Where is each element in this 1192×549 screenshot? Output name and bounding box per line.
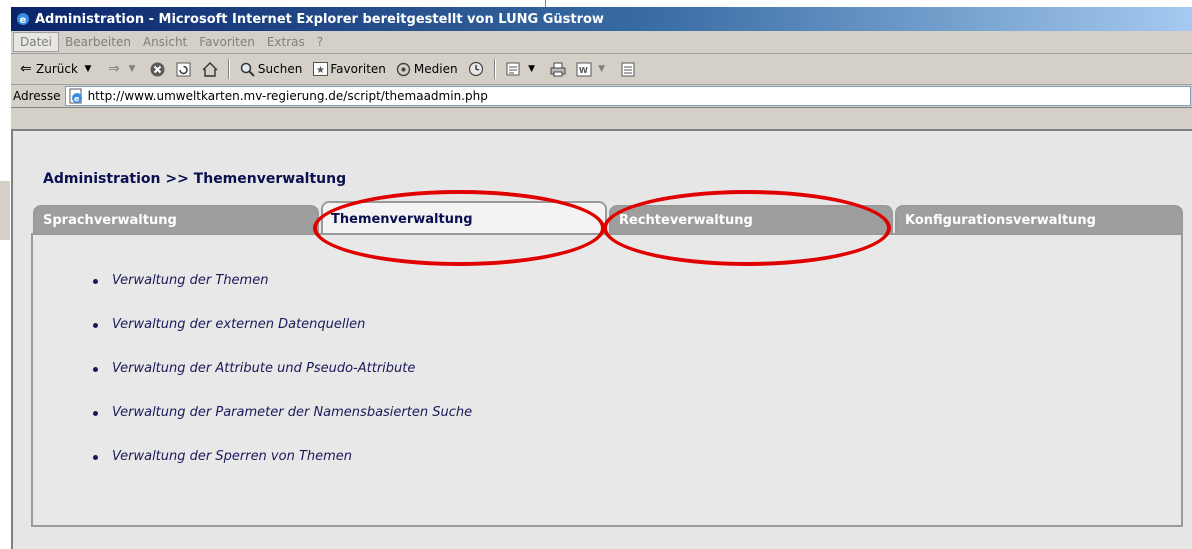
svg-text:e: e: [74, 95, 80, 104]
tab-label: Themenverwaltung: [331, 211, 473, 227]
link-label: Verwaltung der Themen: [112, 273, 269, 288]
document-icon: [620, 61, 636, 77]
address-input[interactable]: e http://www.umweltkarten.mv-regierung.d…: [64, 86, 1191, 106]
history-button[interactable]: [465, 59, 487, 79]
svg-text:e: e: [20, 15, 27, 26]
discuss-button[interactable]: [617, 59, 639, 79]
menu-ansicht[interactable]: Ansicht: [137, 33, 193, 51]
back-arrow-icon: ⇐: [20, 61, 32, 77]
favorites-icon: ★: [312, 61, 328, 77]
menu-favoriten[interactable]: Favoriten: [193, 33, 261, 51]
tab-themenverwaltung[interactable]: Themenverwaltung: [321, 201, 607, 235]
admin-link-list: Verwaltung der Themen Verwaltung der ext…: [93, 273, 472, 493]
mail-button[interactable]: ▼: [503, 59, 543, 79]
chevron-down-icon: ▼: [84, 64, 92, 74]
chevron-down-icon: ▼: [128, 64, 136, 74]
link-externe-datenquellen[interactable]: Verwaltung der externen Datenquellen: [93, 317, 472, 361]
tab-label: Rechteverwaltung: [619, 212, 753, 228]
history-icon: [468, 61, 484, 77]
bullet-icon: [93, 323, 98, 328]
refresh-button[interactable]: [173, 59, 195, 79]
link-attribute[interactable]: Verwaltung der Attribute und Pseudo-Attr…: [93, 361, 472, 405]
media-icon: [396, 61, 412, 77]
favorites-button[interactable]: ★ Favoriten: [309, 59, 389, 79]
forward-button[interactable]: ⇒ ▼: [103, 59, 143, 79]
forward-arrow-icon: ⇒: [108, 61, 120, 77]
title-bar[interactable]: e Administration - Microsoft Internet Ex…: [11, 7, 1192, 31]
tab-label: Konfigurationsverwaltung: [905, 212, 1096, 228]
back-button[interactable]: ⇐ Zurück ▼: [15, 59, 99, 79]
chevron-down-icon: ▼: [528, 64, 536, 74]
tab-panel: Verwaltung der Themen Verwaltung der ext…: [31, 233, 1183, 527]
search-label: Suchen: [257, 62, 303, 76]
link-verwaltung-themen[interactable]: Verwaltung der Themen: [93, 273, 472, 317]
link-sperren-themen[interactable]: Verwaltung der Sperren von Themen: [93, 449, 472, 493]
link-label: Verwaltung der externen Datenquellen: [112, 317, 366, 332]
bullet-icon: [93, 367, 98, 372]
print-button[interactable]: [547, 59, 569, 79]
tab-konfigurationsverwaltung[interactable]: Konfigurationsverwaltung: [895, 205, 1183, 233]
breadcrumb: Administration >> Themenverwaltung: [43, 171, 347, 187]
search-button[interactable]: Suchen: [237, 59, 305, 79]
media-button[interactable]: Medien: [393, 59, 461, 79]
menu-bar: Datei Bearbeiten Ansicht Favoriten Extra…: [11, 31, 1192, 54]
link-namensbasierte-suche[interactable]: Verwaltung der Parameter der Namensbasie…: [93, 405, 472, 449]
link-label: Verwaltung der Attribute und Pseudo-Attr…: [112, 361, 416, 376]
page-icon: e: [68, 88, 84, 104]
bullet-icon: [93, 455, 98, 460]
refresh-icon: [176, 61, 192, 77]
stop-icon: [150, 61, 166, 77]
home-icon: [202, 61, 218, 77]
menu-datei[interactable]: Datei: [13, 32, 60, 52]
mail-icon: [506, 61, 522, 77]
bullet-icon: [93, 279, 98, 284]
page-content: Administration >> Themenverwaltung Sprac…: [11, 129, 1192, 549]
tab-rechteverwaltung[interactable]: Rechteverwaltung: [609, 205, 893, 233]
tab-label: Sprachverwaltung: [43, 212, 177, 228]
chevron-down-icon: ▼: [598, 64, 606, 74]
search-icon: [240, 61, 256, 77]
toolbar: ⇐ Zurück ▼ ⇒ ▼ Suchen ★ Favoriten Medien…: [11, 54, 1192, 85]
link-label: Verwaltung der Parameter der Namensbasie…: [112, 405, 473, 420]
back-label: Zurück: [36, 62, 78, 76]
bullet-icon: [93, 411, 98, 416]
word-icon: W: [576, 61, 592, 77]
svg-text:★: ★: [316, 65, 325, 76]
media-label: Medien: [413, 62, 458, 76]
background-window-edge: [545, 0, 1192, 7]
ie-logo-icon: e: [15, 11, 31, 27]
toolbar-separator: [493, 59, 496, 79]
tab-bar: Sprachverwaltung Themenverwaltung Rechte…: [33, 199, 1183, 237]
window-title: Administration - Microsoft Internet Expl…: [35, 11, 604, 27]
favorites-label: Favoriten: [330, 62, 386, 76]
address-label: Adresse: [13, 89, 61, 103]
browser-window: e Administration - Microsoft Internet Ex…: [10, 7, 1192, 549]
printer-icon: [550, 61, 566, 77]
menu-help[interactable]: ?: [311, 33, 329, 51]
toolbar-separator: [227, 59, 230, 79]
svg-text:W: W: [579, 66, 588, 75]
tab-sprachverwaltung[interactable]: Sprachverwaltung: [33, 205, 319, 233]
address-url: http://www.umweltkarten.mv-regierung.de/…: [87, 89, 488, 103]
address-bar: Adresse e http://www.umweltkarten.mv-reg…: [11, 85, 1192, 108]
edit-button[interactable]: W ▼: [573, 59, 613, 79]
stop-button[interactable]: [147, 59, 169, 79]
link-label: Verwaltung der Sperren von Themen: [112, 449, 353, 464]
menu-bearbeiten[interactable]: Bearbeiten: [59, 33, 137, 51]
menu-extras[interactable]: Extras: [261, 33, 311, 51]
home-button[interactable]: [199, 59, 221, 79]
